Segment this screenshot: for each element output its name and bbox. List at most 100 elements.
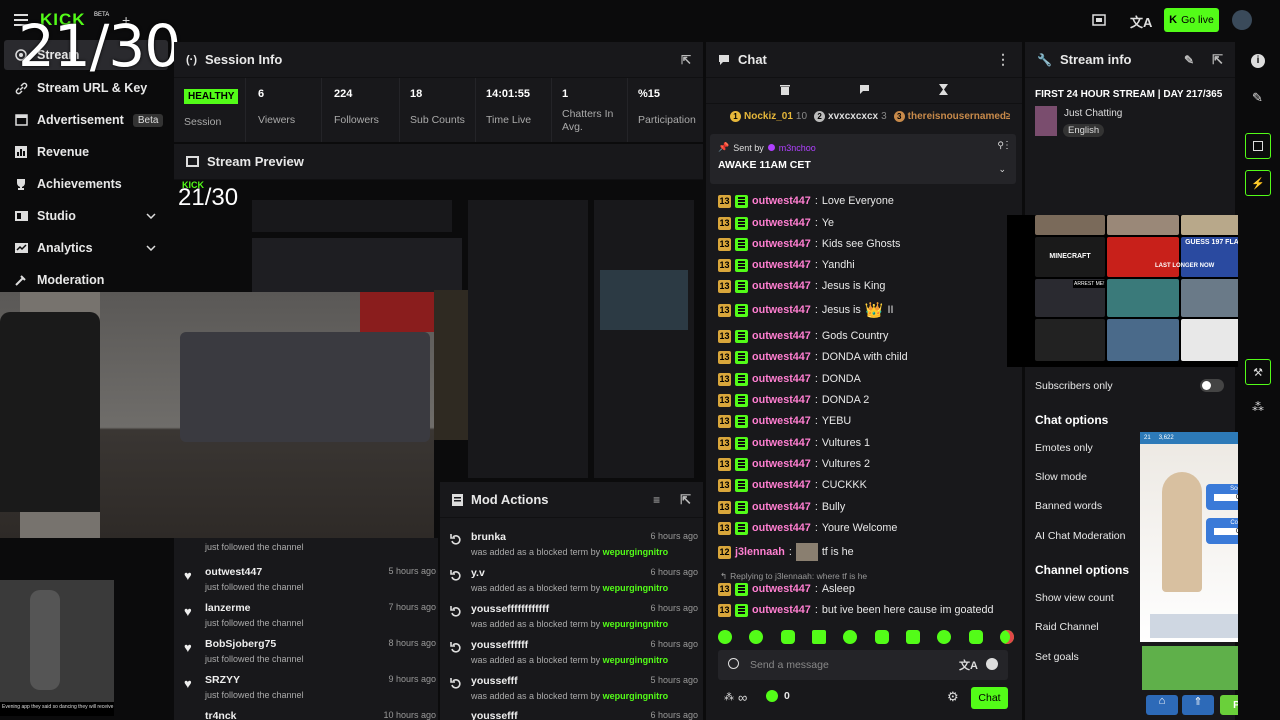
- emote-8-icon[interactable]: [937, 630, 952, 644]
- chat-username[interactable]: outwest447: [752, 458, 811, 470]
- kick-points[interactable]: 0: [766, 690, 790, 702]
- sidebar-item-studio[interactable]: Studio: [0, 200, 172, 232]
- follower-name[interactable]: SRZYY: [205, 674, 240, 686]
- show-view-count-option[interactable]: Show view count: [1035, 592, 1114, 604]
- game-level: 21: [1144, 435, 1151, 441]
- follower-name[interactable]: lanzerme: [205, 602, 251, 614]
- chat-username[interactable]: outwest447: [752, 604, 811, 616]
- top-chatter-3[interactable]: 3 thereisnousernamed≥: [893, 111, 1010, 122]
- emote-1-icon[interactable]: [718, 630, 732, 644]
- subscribers-only-toggle[interactable]: [1200, 379, 1224, 392]
- panel-title: Session Info: [205, 52, 283, 67]
- follower-name[interactable]: outwest447: [205, 566, 262, 578]
- moderator-name[interactable]: wepurgingnitro: [603, 655, 669, 665]
- chat-input-placeholder[interactable]: Send a message: [750, 659, 829, 671]
- slow-mode-option[interactable]: Slow mode: [1035, 471, 1087, 483]
- top-chatter-2[interactable]: 2 xvxcxcxcx 3: [814, 111, 887, 122]
- emotes-only-option[interactable]: Emotes only: [1035, 442, 1093, 454]
- follower-name[interactable]: tr4nck: [205, 710, 237, 720]
- chat-username[interactable]: outwest447: [752, 304, 811, 316]
- undo-icon[interactable]: [450, 641, 462, 653]
- moderator-name[interactable]: wepurgingnitro: [603, 547, 669, 557]
- chat-username[interactable]: outwest447: [752, 583, 811, 595]
- emoji-icon[interactable]: [986, 658, 998, 670]
- ai-chat-moderation-option[interactable]: AI Chat Moderation: [1035, 530, 1125, 542]
- chat-username[interactable]: outwest447: [752, 522, 811, 534]
- chat-username[interactable]: outwest447: [752, 501, 811, 513]
- emote-4-icon[interactable]: [811, 630, 826, 644]
- top-chatter-1[interactable]: 1 Nockiz_01 10: [730, 111, 807, 122]
- rail-moderation-button[interactable]: ⚒: [1245, 359, 1271, 385]
- follower-name[interactable]: BobSjoberg75: [205, 638, 276, 650]
- chat-username[interactable]: outwest447: [752, 437, 811, 449]
- avatar[interactable]: [1232, 10, 1252, 30]
- emote-9-icon[interactable]: [968, 630, 983, 644]
- moderator-name[interactable]: wepurgingnitro: [603, 583, 669, 593]
- theater-icon[interactable]: [1092, 13, 1106, 27]
- chat-username[interactable]: outwest447: [752, 479, 811, 491]
- chat-username[interactable]: outwest447: [752, 330, 811, 342]
- popout-icon[interactable]: ⇱: [680, 492, 691, 508]
- hourglass-icon[interactable]: [938, 84, 948, 97]
- chat-username[interactable]: outwest447: [752, 217, 811, 229]
- chat-username[interactable]: outwest447: [752, 415, 811, 427]
- sidebar-item-revenue[interactable]: Revenue: [0, 136, 172, 168]
- infinity-points[interactable]: ⁂ ∞: [724, 690, 747, 705]
- session-info-header: (·) Session Info ⇱: [174, 42, 703, 78]
- chat-username[interactable]: outwest447: [752, 394, 811, 406]
- chat-settings-icon[interactable]: [859, 84, 870, 97]
- chevron-down-icon[interactable]: ⌄: [998, 164, 1006, 175]
- settings-gear-icon[interactable]: ⚙: [947, 689, 959, 705]
- chat-username[interactable]: outwest447: [752, 351, 811, 363]
- undo-icon[interactable]: [450, 569, 462, 581]
- chat-username[interactable]: outwest447: [752, 195, 811, 207]
- sidebar-item-advertisement[interactable]: Advertisement Beta: [0, 104, 172, 136]
- sub-badge: 13: [718, 329, 731, 343]
- translate-icon[interactable]: 文A: [959, 657, 978, 673]
- banned-words-option[interactable]: Banned words: [1035, 500, 1102, 512]
- go-live-button[interactable]: K Go live: [1164, 8, 1219, 32]
- moderator-name[interactable]: wepurgingnitro: [603, 691, 669, 701]
- info-icon[interactable]: i: [1251, 54, 1265, 68]
- emote-3-icon[interactable]: [780, 630, 795, 644]
- emote-7-icon[interactable]: [905, 630, 920, 644]
- heart-icon: ♥: [184, 568, 192, 583]
- verified-badge-icon: [735, 303, 748, 317]
- sidebar-item-analytics[interactable]: Analytics: [0, 232, 172, 264]
- emote-2-icon[interactable]: [749, 630, 764, 644]
- pinned-sender[interactable]: m3nchoo: [779, 143, 816, 153]
- chat-username[interactable]: outwest447: [752, 280, 811, 292]
- emote-5-icon[interactable]: [843, 630, 858, 644]
- trash-icon[interactable]: [780, 84, 791, 97]
- chat-username[interactable]: outwest447: [752, 259, 811, 271]
- undo-icon[interactable]: [450, 605, 462, 617]
- sidebar-item-achievements[interactable]: Achievements: [0, 168, 172, 200]
- chat-username[interactable]: j3lennaah: [735, 546, 785, 558]
- chat-username[interactable]: outwest447: [752, 238, 811, 250]
- edit-pencil-icon[interactable]: ✎: [1184, 53, 1194, 67]
- kick-k-icon: K: [1169, 14, 1178, 26]
- translate-icon[interactable]: 文A: [1130, 12, 1152, 31]
- undo-icon[interactable]: [450, 677, 462, 689]
- chat-username[interactable]: outwest447: [752, 373, 811, 385]
- popout-icon[interactable]: ⇱: [681, 53, 691, 67]
- rail-flash-button[interactable]: ⚡: [1245, 170, 1271, 196]
- chat-input-box[interactable]: Send a message 文A: [718, 650, 1008, 680]
- moderator-name[interactable]: wepurgingnitro: [603, 619, 669, 629]
- emote-6-icon[interactable]: [874, 630, 889, 644]
- filter-icon[interactable]: ≡: [653, 493, 660, 507]
- raid-channel-option[interactable]: Raid Channel: [1035, 621, 1099, 633]
- more-tools-icon[interactable]: ⁂: [1252, 400, 1264, 414]
- rail-clip-button[interactable]: [1245, 133, 1271, 159]
- pinned-more-icon[interactable]: ⋮: [1002, 140, 1012, 151]
- undo-icon[interactable]: [450, 533, 462, 545]
- set-goals-option[interactable]: Set goals: [1035, 651, 1079, 663]
- more-options-icon[interactable]: ⋮: [996, 51, 1010, 68]
- edit-icon[interactable]: ✎: [1252, 90, 1263, 106]
- emote-10-icon[interactable]: [999, 630, 1014, 644]
- popout-icon[interactable]: ⇱: [1212, 52, 1223, 68]
- send-chat-button[interactable]: Chat: [971, 687, 1008, 709]
- stream-category[interactable]: Just Chatting: [1064, 108, 1122, 119]
- game-upgrade-icon[interactable]: ⇑: [1182, 695, 1214, 715]
- game-home-icon[interactable]: ⌂: [1146, 695, 1178, 715]
